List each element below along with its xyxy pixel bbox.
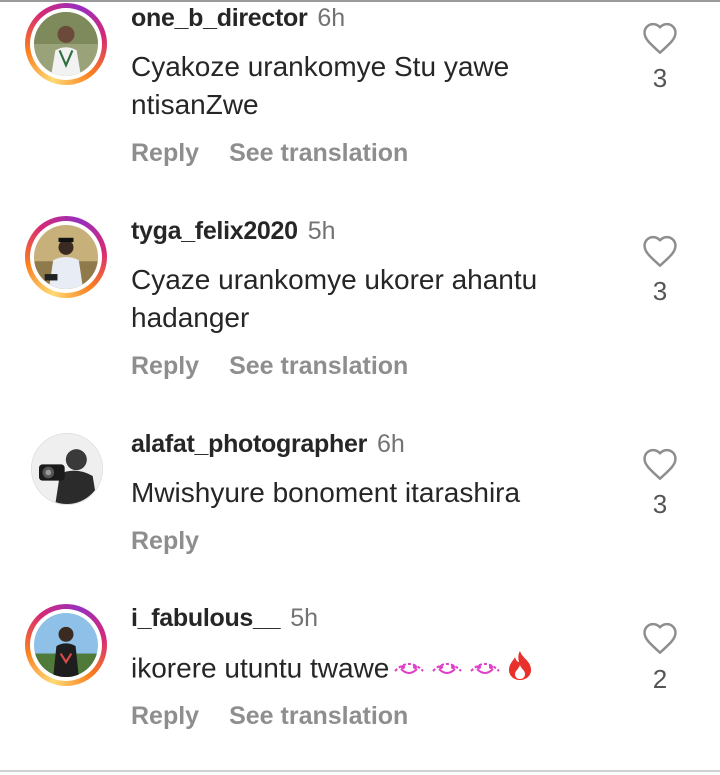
reply-button[interactable]: Reply [131,352,199,380]
timestamp: 6h [317,4,346,32]
heart-outline-icon[interactable] [641,447,679,481]
username[interactable]: alafat_photographer [131,430,367,458]
comment-text: Mwishyure bonoment itarashira [131,477,521,508]
see-translation-button[interactable]: See translation [229,139,408,167]
timestamp: 5h [290,604,319,632]
like-count: 3 [652,63,668,93]
username[interactable]: tyga_felix2020 [131,217,298,245]
reply-button[interactable]: Reply [131,527,199,555]
avatar[interactable] [28,430,106,508]
like-count: 2 [652,664,668,694]
top-divider [0,0,720,2]
like-count: 3 [652,489,668,519]
avatar-photo [34,225,98,289]
avatar[interactable] [25,3,107,85]
heart-eyes-emoji [429,651,465,689]
avatar[interactable] [25,604,107,686]
heart-outline-icon[interactable] [641,234,679,268]
username[interactable]: one_b_director [131,4,308,32]
reply-button[interactable]: Reply [131,702,199,730]
username[interactable]: i_fabulous__ [131,604,281,632]
timestamp: 6h [377,430,405,458]
avatar-photo [34,613,98,677]
like-count: 3 [652,276,668,306]
avatar-photo [34,12,98,76]
see-translation-button[interactable]: See translation [229,352,408,380]
reply-button[interactable]: Reply [131,139,199,167]
avatar-photo [32,434,102,504]
comment-text: Cyaze urankomye ukorer ahantu hadanger [131,264,538,333]
avatar[interactable] [25,216,107,298]
timestamp: 5h [307,217,336,245]
see-translation-button[interactable]: See translation [229,702,408,730]
fire-emoji [505,649,535,691]
heart-outline-icon[interactable] [641,21,679,55]
bottom-divider [0,770,720,772]
comment-text: Cyakoze urankomye Stu yawe ntisanZwe [131,51,510,120]
comment-text: ikorere utuntu twawe [131,649,601,691]
comment-text-body: ikorere utuntu twawe [131,652,390,684]
heart-outline-icon[interactable] [641,621,679,655]
heart-eyes-emoji [467,651,503,689]
heart-eyes-emoji [391,651,427,689]
